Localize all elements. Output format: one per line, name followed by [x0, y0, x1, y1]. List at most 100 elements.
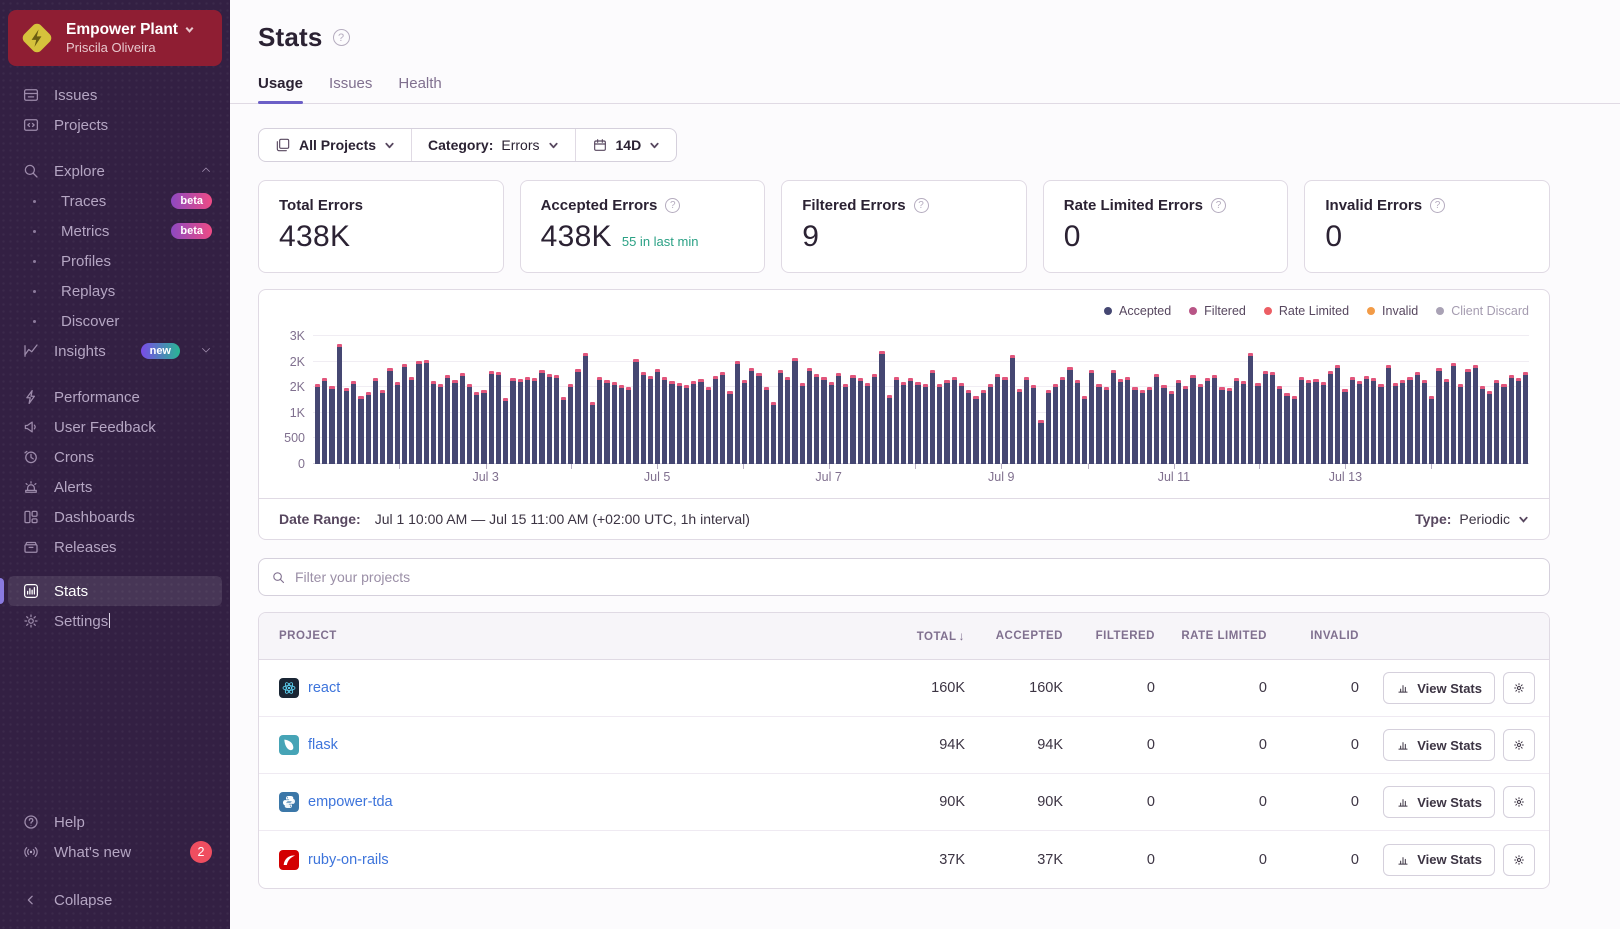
chart-bar[interactable] [973, 396, 978, 464]
chart-bar[interactable] [1306, 380, 1311, 464]
chart-bar[interactable] [547, 374, 552, 464]
chart-bar[interactable] [590, 402, 595, 464]
project-link[interactable]: empower-tda [308, 794, 393, 810]
chart-bar[interactable] [1350, 377, 1355, 464]
chart-bar[interactable] [1342, 389, 1347, 464]
chart-bar[interactable] [1494, 380, 1499, 464]
sidebar-item-user-feedback[interactable]: User Feedback [8, 412, 222, 442]
project-settings-button[interactable] [1503, 672, 1535, 704]
chart-bar[interactable] [387, 368, 392, 464]
sidebar-item-replays[interactable]: Replays [8, 276, 222, 306]
chart-bar[interactable] [749, 368, 754, 464]
chart-bar[interactable] [474, 392, 479, 464]
chart-bar[interactable] [872, 374, 877, 464]
chart-bar[interactable] [1017, 389, 1022, 464]
chart-bar[interactable] [1060, 377, 1065, 464]
legend-item-filtered[interactable]: Filtered [1189, 304, 1246, 318]
chart-bar[interactable] [380, 390, 385, 464]
chart-bar[interactable] [1516, 378, 1521, 464]
sidebar-item-profiles[interactable]: Profiles [8, 246, 222, 276]
search-input[interactable] [295, 569, 1537, 585]
legend-item-accepted[interactable]: Accepted [1104, 304, 1171, 318]
sidebar-item-collapse[interactable]: Collapse [8, 885, 222, 915]
chart-bar[interactable] [901, 382, 906, 464]
chart-bar[interactable] [1176, 380, 1181, 464]
chart-bar[interactable] [467, 384, 472, 464]
chart-bar[interactable] [1473, 365, 1478, 464]
chart-bar[interactable] [641, 372, 646, 464]
sidebar-item-traces[interactable]: Tracesbeta [8, 186, 222, 216]
legend-item-rate-limited[interactable]: Rate Limited [1264, 304, 1349, 318]
chart-bar[interactable] [1082, 396, 1087, 464]
org-switcher[interactable]: Empower Plant Priscila Oliveira [8, 10, 222, 66]
sidebar-item-what-s-new[interactable]: What's new2 [8, 837, 222, 867]
chart-bar[interactable] [959, 383, 964, 464]
chart-bar[interactable] [735, 361, 740, 464]
column-header-project[interactable]: PROJECT [259, 630, 865, 642]
chart-bar[interactable] [1292, 396, 1297, 464]
chart-bar[interactable] [944, 380, 949, 464]
chart-bar[interactable] [698, 379, 703, 464]
chart-bar[interactable] [1096, 384, 1101, 464]
sidebar-item-discover[interactable]: Discover [8, 306, 222, 336]
chart-bar[interactable] [981, 390, 986, 464]
sidebar-item-alerts[interactable]: Alerts [8, 472, 222, 502]
chart-bar[interactable] [800, 383, 805, 464]
chart-bar[interactable] [1386, 365, 1391, 464]
date-range-dropdown[interactable]: 14D [575, 129, 677, 161]
chart-bar[interactable] [489, 371, 494, 464]
chart-bar[interactable] [1415, 372, 1420, 464]
chart-bar[interactable] [583, 353, 588, 464]
chart-bar[interactable] [850, 375, 855, 464]
project-link[interactable]: flask [308, 737, 338, 753]
chart-bar[interactable] [1501, 384, 1506, 464]
chart-bar[interactable] [409, 377, 414, 464]
chart-bar[interactable] [771, 402, 776, 464]
chart-bar[interactable] [1429, 396, 1434, 464]
chart-bar[interactable] [648, 376, 653, 464]
chart-bar[interactable] [1198, 384, 1203, 464]
chart-bar[interactable] [1161, 385, 1166, 464]
project-settings-button[interactable] [1503, 786, 1535, 818]
chart-bar[interactable] [322, 378, 327, 464]
view-stats-button[interactable]: View Stats [1383, 672, 1495, 704]
chart-bar[interactable] [1458, 384, 1463, 464]
sidebar-item-help[interactable]: Help [8, 807, 222, 837]
chart-bar[interactable] [669, 381, 674, 464]
chart-bar[interactable] [1465, 369, 1470, 464]
chart-bar[interactable] [416, 361, 421, 464]
chart-bar[interactable] [1444, 379, 1449, 464]
chart-bar[interactable] [836, 373, 841, 464]
chart-bar[interactable] [575, 369, 580, 464]
help-icon[interactable]: ? [665, 198, 680, 213]
sidebar-item-releases[interactable]: Releases [8, 532, 222, 562]
column-header-filtered[interactable]: FILTERED [1071, 630, 1163, 642]
chart-bar[interactable] [1378, 384, 1383, 464]
chart-bar[interactable] [402, 364, 407, 464]
chart-bar[interactable] [1227, 388, 1232, 464]
chart-bar[interactable] [1075, 380, 1080, 464]
chart-bar[interactable] [778, 370, 783, 464]
sidebar-item-dashboards[interactable]: Dashboards [8, 502, 222, 532]
chart-bar[interactable] [1089, 370, 1094, 464]
chart-bar[interactable] [930, 370, 935, 464]
chart-bar[interactable] [894, 377, 899, 464]
chart-bar[interactable] [843, 384, 848, 464]
chart-bar[interactable] [807, 368, 812, 464]
chart-bar[interactable] [366, 392, 371, 464]
chart-bar[interactable] [1357, 381, 1362, 464]
chart-bar[interactable] [1219, 387, 1224, 464]
chart-bar[interactable] [633, 359, 638, 464]
column-header-invalid[interactable]: INVALID [1275, 630, 1367, 642]
chart-bar[interactable] [452, 380, 457, 464]
chart-bar[interactable] [952, 377, 957, 464]
chart-bar[interactable] [1371, 378, 1376, 464]
chart-bar[interactable] [887, 395, 892, 465]
chart-bar[interactable] [742, 380, 747, 464]
chart-bar[interactable] [1046, 390, 1051, 464]
chart-bar[interactable] [612, 382, 617, 464]
chart-bar[interactable] [1313, 379, 1318, 464]
chart-bar[interactable] [424, 360, 429, 464]
chart-bar[interactable] [879, 351, 884, 464]
chart-bar[interactable] [1140, 390, 1145, 464]
